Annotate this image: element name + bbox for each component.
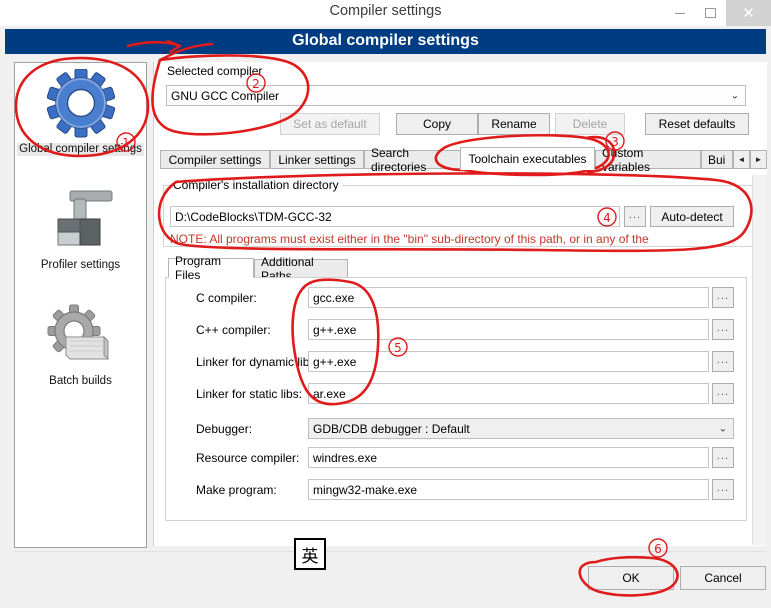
delete-button[interactable]: Delete bbox=[555, 113, 625, 135]
linker-dynamic-label: Linker for dynamic libs: bbox=[196, 355, 319, 369]
debugger-value: GDB/CDB debugger : Default bbox=[313, 421, 470, 436]
resource-compiler-label: Resource compiler: bbox=[196, 451, 300, 465]
content-vertical-scrollbar[interactable] bbox=[752, 175, 767, 545]
linker-static-value: ar.exe bbox=[313, 386, 346, 401]
linker-dynamic-input[interactable]: g++.exe bbox=[308, 351, 709, 372]
page-title: Global compiler settings bbox=[292, 32, 479, 49]
set-as-default-button[interactable]: Set as default bbox=[280, 113, 380, 135]
rename-button[interactable]: Rename bbox=[478, 113, 550, 135]
ok-button[interactable]: OK bbox=[588, 566, 674, 590]
cpp-compiler-label: C++ compiler: bbox=[196, 323, 271, 337]
tab-toolchain-executables[interactable]: Toolchain executables bbox=[460, 147, 595, 170]
make-program-label: Make program: bbox=[196, 483, 277, 497]
page-banner: Global compiler settings bbox=[5, 29, 766, 54]
copy-button[interactable]: Copy bbox=[396, 113, 478, 135]
sidebar-item-label: Profiler settings bbox=[40, 259, 121, 271]
window-title: Compiler settings bbox=[329, 3, 442, 19]
c-compiler-value: gcc.exe bbox=[313, 290, 355, 305]
installation-directory-label: Compiler's installation directory bbox=[170, 178, 342, 192]
linker-dynamic-browse-button[interactable]: ... bbox=[712, 351, 734, 372]
debugger-label: Debugger: bbox=[196, 422, 253, 436]
linker-static-input[interactable]: ar.exe bbox=[308, 383, 709, 404]
linker-dynamic-value: g++.exe bbox=[313, 354, 357, 369]
resource-compiler-browse-button[interactable]: ... bbox=[712, 447, 734, 468]
close-icon: ✕ bbox=[742, 5, 755, 22]
maximize-icon bbox=[705, 8, 716, 18]
auto-detect-button[interactable]: Auto-detect bbox=[650, 206, 734, 227]
sidebar-item-profiler-settings[interactable]: Profiler settings bbox=[15, 185, 146, 272]
installation-directory-browse-button[interactable]: ... bbox=[624, 206, 646, 227]
minimize-button[interactable] bbox=[664, 0, 695, 26]
tab-linker-settings[interactable]: Linker settings bbox=[270, 150, 364, 169]
tab-scroll-left-button[interactable]: ◄ bbox=[733, 150, 750, 169]
chevron-down-icon: ⌄ bbox=[730, 90, 739, 101]
tab-scroll-right-button[interactable]: ► bbox=[750, 150, 767, 169]
installation-directory-value: D:\CodeBlocks\TDM-GCC-32 bbox=[175, 209, 332, 224]
tab-custom-variables[interactable]: Custom variables bbox=[595, 146, 701, 174]
installation-directory-note: NOTE: All programs must exist either in … bbox=[170, 232, 649, 246]
resource-compiler-value: windres.exe bbox=[313, 450, 378, 465]
c-compiler-label: C compiler: bbox=[196, 291, 257, 305]
close-button[interactable]: ✕ bbox=[726, 0, 771, 26]
resource-compiler-input[interactable]: windres.exe bbox=[308, 447, 709, 468]
sidebar-item-global-compiler-settings[interactable]: Global compiler settings bbox=[15, 69, 146, 156]
title-bar: Compiler settings ✕ bbox=[0, 0, 771, 26]
linker-static-label: Linker for static libs: bbox=[196, 387, 303, 401]
sidebar-item-batch-builds[interactable]: Batch builds bbox=[15, 301, 146, 388]
sidebar-item-label: Batch builds bbox=[49, 375, 112, 387]
settings-sidebar: Global compiler settings Profiler settin… bbox=[14, 62, 147, 548]
make-program-value: mingw32-make.exe bbox=[313, 482, 418, 497]
linker-static-browse-button[interactable]: ... bbox=[712, 383, 734, 404]
c-compiler-browse-button[interactable]: ... bbox=[712, 287, 734, 308]
ime-language-indicator[interactable]: 英 bbox=[294, 538, 326, 570]
sidebar-item-label: Global compiler settings bbox=[17, 143, 144, 156]
selected-compiler-value: GNU GCC Compiler bbox=[171, 88, 280, 103]
tab-build-options[interactable]: Bui bbox=[701, 150, 733, 169]
cancel-button[interactable]: Cancel bbox=[680, 566, 766, 590]
selected-compiler-label: Selected compiler bbox=[167, 64, 263, 78]
tab-compiler-settings[interactable]: Compiler settings bbox=[160, 150, 270, 169]
blue-gear-icon bbox=[46, 69, 115, 138]
clamp-icon bbox=[57, 190, 112, 246]
chevron-down-icon: ⌄ bbox=[718, 423, 727, 434]
tab-additional-paths[interactable]: Additional Paths bbox=[254, 255, 348, 283]
cpp-compiler-browse-button[interactable]: ... bbox=[712, 319, 734, 340]
minimize-icon bbox=[674, 12, 685, 14]
tab-program-files[interactable]: Program Files bbox=[168, 254, 254, 282]
installation-directory-input[interactable]: D:\CodeBlocks\TDM-GCC-32 bbox=[170, 206, 620, 227]
make-program-input[interactable]: mingw32-make.exe bbox=[308, 479, 709, 500]
maximize-button[interactable] bbox=[695, 0, 726, 26]
debugger-combobox[interactable]: GDB/CDB debugger : Default ⌄ bbox=[308, 418, 734, 439]
gray-gear-stack-icon bbox=[47, 304, 108, 361]
selected-compiler-combobox[interactable]: GNU GCC Compiler ⌄ bbox=[166, 85, 746, 106]
footer-divider bbox=[14, 551, 766, 552]
reset-defaults-button[interactable]: Reset defaults bbox=[645, 113, 749, 135]
tab-search-directories[interactable]: Search directories bbox=[364, 146, 470, 174]
cpp-compiler-input[interactable]: g++.exe bbox=[308, 319, 709, 340]
cpp-compiler-value: g++.exe bbox=[313, 322, 357, 337]
compiler-settings-window: Compiler settings ✕ Global compiler sett… bbox=[0, 0, 771, 608]
make-program-browse-button[interactable]: ... bbox=[712, 479, 734, 500]
c-compiler-input[interactable]: gcc.exe bbox=[308, 287, 709, 308]
